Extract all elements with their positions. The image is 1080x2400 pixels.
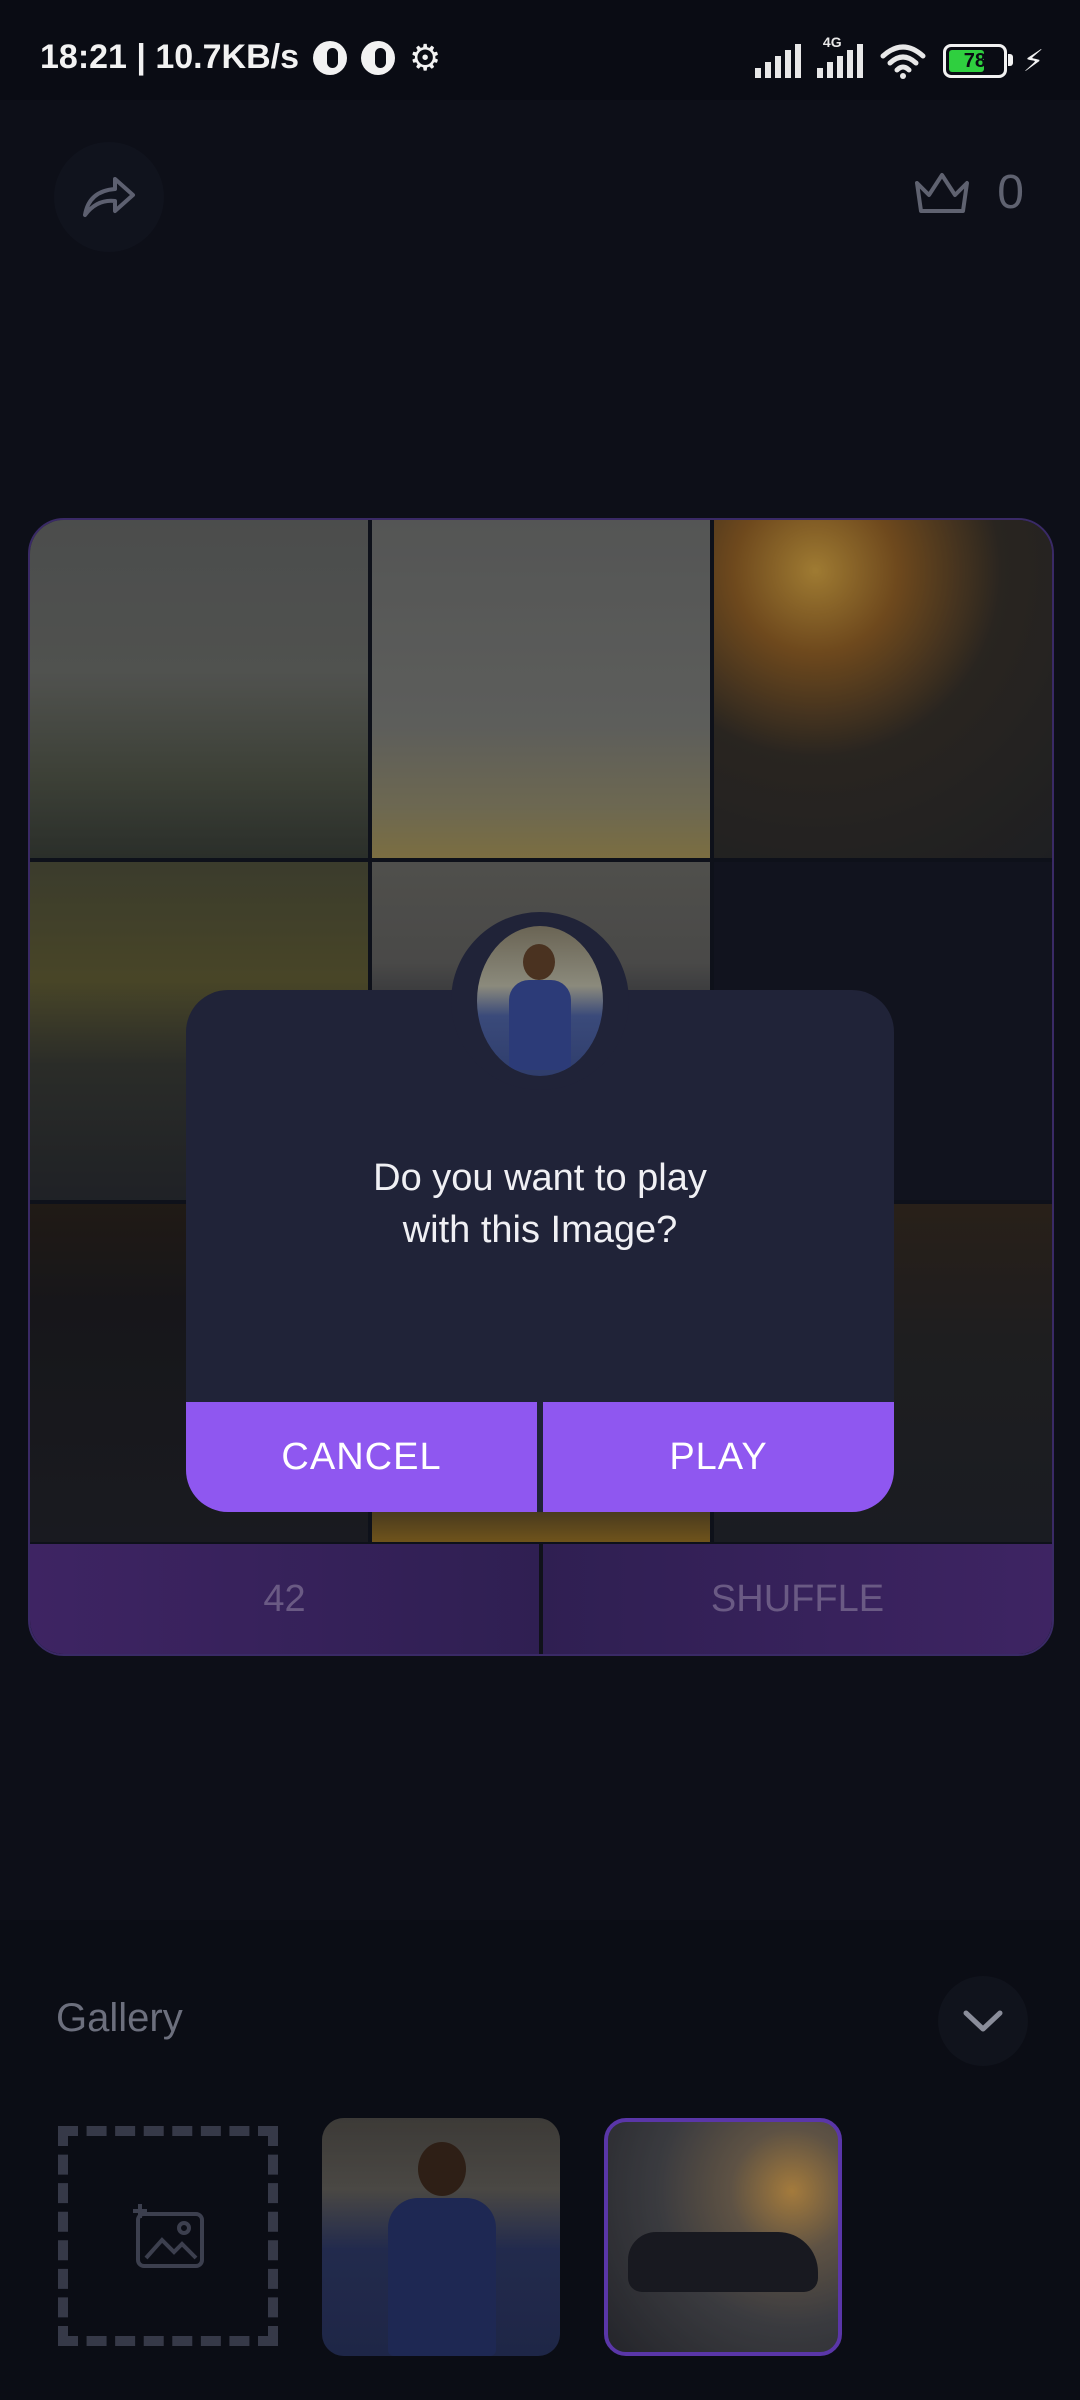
status-bar: 18:21 | 10.7KB/s ⚙ 4G 78 ⚡ bbox=[0, 0, 1080, 100]
chevron-down-icon bbox=[963, 2010, 1003, 2032]
share-icon bbox=[83, 177, 135, 217]
status-time-speed: 18:21 | 10.7KB/s bbox=[40, 38, 300, 76]
play-confirm-dialog: Do you want to play with this Image? CAN… bbox=[186, 912, 894, 1512]
dialog-message-line2: with this Image? bbox=[402, 1209, 678, 1251]
play-button[interactable]: PLAY bbox=[543, 1402, 894, 1512]
status-right: 4G 78 ⚡ bbox=[754, 34, 1044, 80]
settings-gear-icon: ⚙ bbox=[409, 36, 442, 78]
battery-icon: 78 bbox=[942, 44, 1013, 78]
charging-icon: ⚡ bbox=[1022, 44, 1044, 78]
score-display: 0 bbox=[913, 165, 1024, 220]
status-left: 18:21 | 10.7KB/s ⚙ bbox=[40, 38, 441, 77]
mobile-signal-icon: 4G bbox=[816, 34, 863, 78]
gallery-thumbnail-portrait[interactable] bbox=[322, 2118, 560, 2356]
shuffle-button[interactable]: SHUFFLE bbox=[543, 1544, 1052, 1654]
crown-icon bbox=[915, 172, 970, 213]
add-image-button[interactable] bbox=[58, 2126, 278, 2346]
signal-bars-icon bbox=[754, 44, 801, 78]
dialog-message: Do you want to play with this Image? bbox=[186, 1152, 894, 1256]
gallery-thumbnail-car-selected[interactable] bbox=[604, 2118, 842, 2356]
gallery-collapse-button[interactable] bbox=[938, 1976, 1028, 2066]
dialog-image-frame bbox=[451, 912, 629, 1090]
dialog-buttons: CANCEL PLAY bbox=[186, 1402, 894, 1512]
battery-level: 78 bbox=[963, 49, 987, 72]
score-value: 0 bbox=[997, 166, 1024, 219]
add-image-icon bbox=[133, 2204, 204, 2268]
gallery-title: Gallery bbox=[56, 1996, 183, 2040]
dialog-message-line1: Do you want to play bbox=[373, 1157, 707, 1199]
network-type-label: 4G bbox=[822, 34, 842, 50]
selected-image-preview bbox=[477, 926, 603, 1076]
wifi-icon bbox=[880, 44, 926, 79]
moves-counter: 42 bbox=[263, 1577, 306, 1620]
board-footer: 42 SHUFFLE bbox=[30, 1544, 1052, 1654]
share-button[interactable] bbox=[54, 142, 164, 252]
cancel-button[interactable]: CANCEL bbox=[186, 1402, 537, 1512]
app-notification-icon bbox=[361, 40, 396, 75]
app-notification-icon bbox=[313, 40, 348, 75]
